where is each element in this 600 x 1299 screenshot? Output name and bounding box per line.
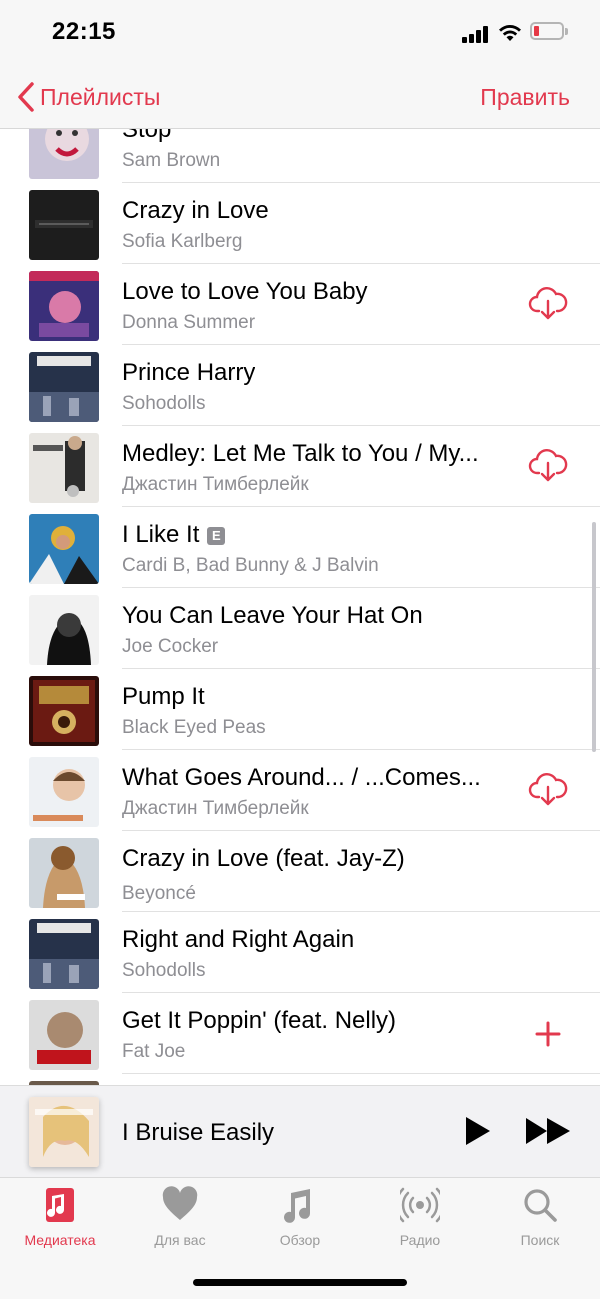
album-art — [29, 919, 99, 989]
song-title: Pump It — [122, 683, 205, 710]
album-art — [29, 514, 99, 584]
song-title-text: I Like It — [122, 521, 200, 548]
album-art — [29, 1000, 99, 1070]
song-row[interactable]: Love to Love You Baby Donna Summer — [0, 264, 600, 345]
song-row[interactable]: Prince Harry Sohodolls — [0, 345, 600, 426]
navigation-bar: Плейлисты Править — [0, 64, 600, 129]
song-title: Prince Harry — [122, 359, 256, 386]
album-art — [29, 129, 99, 179]
tab-library[interactable]: Медиатека — [0, 1186, 120, 1256]
cloud-download-icon[interactable] — [528, 448, 568, 484]
album-art — [29, 676, 99, 746]
home-indicator[interactable] — [193, 1279, 407, 1286]
now-playing-title: I Bruise Easily — [122, 1119, 275, 1146]
tab-for-you[interactable]: Для вас — [120, 1186, 240, 1256]
tab-label: Для вас — [154, 1232, 206, 1248]
tab-browse[interactable]: Обзор — [240, 1186, 360, 1256]
cloud-download-icon[interactable] — [528, 286, 568, 322]
song-artist: Joe Cocker — [122, 636, 219, 657]
tab-label: Медиатека — [24, 1232, 96, 1248]
song-title: What Goes Around... / ...Comes... — [122, 764, 481, 791]
album-art — [29, 352, 99, 422]
album-art — [29, 838, 99, 908]
wifi-icon — [499, 25, 521, 41]
scrollbar[interactable] — [592, 522, 596, 752]
song-title: Stop — [122, 129, 172, 143]
search-icon — [524, 1189, 557, 1222]
tab-label: Обзор — [279, 1232, 321, 1248]
song-artist: Sohodolls — [122, 960, 206, 981]
play-icon[interactable] — [460, 1114, 494, 1148]
song-title: Crazy in Love — [122, 197, 269, 224]
radio-icon — [400, 1187, 440, 1223]
explicit-badge: E — [207, 526, 226, 545]
song-row[interactable]: Pump It Black Eyed Peas — [0, 669, 600, 750]
tab-search[interactable]: Поиск — [480, 1186, 600, 1256]
back-button[interactable]: Плейлисты — [16, 80, 160, 114]
song-title: Crazy in Love (feat. Jay-Z) — [122, 845, 405, 872]
cellular-signal-icon — [462, 25, 490, 43]
status-time: 22:15 — [52, 18, 116, 45]
song-row[interactable]: Get It Poppin' (feat. Nelly) Fat Joe — [0, 993, 600, 1074]
song-row[interactable]: Crazy in Love Sofia Karlberg — [0, 183, 600, 264]
song-artist: Sam Brown — [122, 150, 221, 171]
cloud-download-icon[interactable] — [528, 772, 568, 808]
song-artist: Джастин Тимберлейк — [122, 798, 309, 819]
library-icon — [46, 1188, 74, 1222]
now-playing-art — [29, 1097, 99, 1167]
music-note-icon — [284, 1189, 311, 1223]
song-row[interactable]: Stop Sam Brown — [0, 129, 600, 183]
tab-label: Поиск — [520, 1232, 560, 1248]
album-art — [29, 190, 99, 260]
heart-icon — [162, 1186, 198, 1220]
song-artist: Sohodolls — [122, 393, 206, 414]
song-row[interactable]: Crazy in Love (feat. Jay-Z) Beyoncé — [0, 831, 600, 912]
song-title: You Can Leave Your Hat On — [122, 602, 423, 629]
song-artist: Beyoncé — [122, 883, 196, 904]
song-row[interactable]: What Goes Around... / ...Comes... Джасти… — [0, 750, 600, 831]
song-artist: Cardi B, Bad Bunny & J Balvin — [122, 555, 379, 576]
song-row[interactable] — [0, 1074, 600, 1085]
chevron-left-icon — [18, 82, 34, 112]
song-artist: Sofia Karlberg — [122, 231, 243, 252]
mini-player[interactable]: I Bruise Easily — [0, 1085, 600, 1178]
tab-label: Радио — [399, 1232, 441, 1248]
fast-forward-icon[interactable] — [524, 1114, 572, 1148]
album-art — [29, 595, 99, 665]
song-row[interactable]: Right and Right Again Sohodolls — [0, 912, 600, 993]
song-row[interactable]: I Like It E Cardi B, Bad Bunny & J Balvin — [0, 507, 600, 588]
status-bar: 22:15 — [0, 0, 600, 64]
song-list[interactable]: Stop Sam Brown Crazy in Love Sofia Karlb… — [0, 129, 600, 1085]
album-art — [29, 757, 99, 827]
song-title: I Like It E — [122, 521, 226, 549]
edit-button[interactable]: Править — [480, 84, 570, 111]
song-title: Get It Poppin' (feat. Nelly) — [122, 1007, 397, 1034]
song-artist: Black Eyed Peas — [122, 717, 266, 738]
back-label: Плейлисты — [40, 83, 161, 110]
song-title: Love to Love You Baby — [122, 278, 368, 305]
album-art — [29, 433, 99, 503]
add-icon[interactable] — [528, 1015, 568, 1051]
song-artist: Donna Summer — [122, 312, 256, 333]
tab-radio[interactable]: Радио — [360, 1186, 480, 1256]
song-row[interactable]: You Can Leave Your Hat On Joe Cocker — [0, 588, 600, 669]
album-art — [29, 271, 99, 341]
battery-icon — [530, 22, 564, 40]
song-title: Right and Right Again — [122, 926, 355, 953]
song-title: Medley: Let Me Talk to You / My... — [122, 440, 479, 467]
song-artist: Fat Joe — [122, 1041, 186, 1062]
song-row[interactable]: Medley: Let Me Talk to You / My... Джаст… — [0, 426, 600, 507]
song-artist: Джастин Тимберлейк — [122, 474, 309, 495]
